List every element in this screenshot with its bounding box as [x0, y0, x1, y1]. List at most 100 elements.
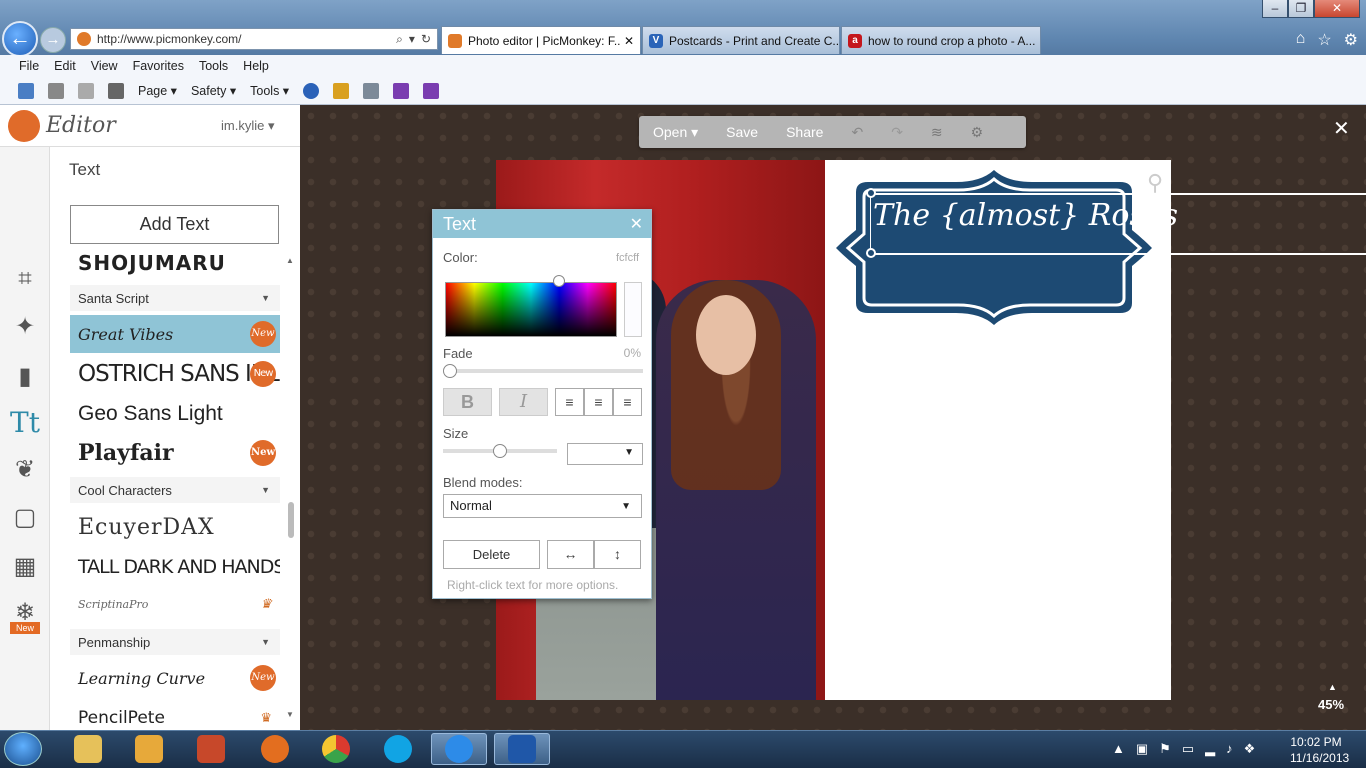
address-bar[interactable]: http://www.picmonkey.com/ ⌕ ▾ ↻: [70, 28, 438, 50]
tab-postcards[interactable]: V Postcards - Print and Create C...: [642, 26, 840, 54]
font-item[interactable]: Learning Curve New: [70, 659, 280, 697]
scroll-thumb[interactable]: [288, 502, 294, 538]
zoom-level[interactable]: 45%: [1318, 697, 1344, 712]
zoom-up-icon[interactable]: ▲: [1328, 682, 1337, 692]
help-hook-icon[interactable]: ⚲: [1147, 170, 1163, 196]
taskbar-firefox[interactable]: [247, 733, 303, 765]
frames-icon[interactable]: ▢: [8, 500, 42, 534]
show-hidden-icons[interactable]: ▲: [1112, 741, 1125, 757]
italic-button[interactable]: I: [499, 388, 548, 416]
onenote-icon[interactable]: [393, 82, 410, 99]
flip-vertical-button[interactable]: ↕: [594, 540, 641, 569]
dialog-title[interactable]: Text: [433, 210, 651, 238]
user-menu[interactable]: im.kylie ▾: [221, 118, 274, 134]
font-item[interactable]: EcuyerDAX: [70, 508, 280, 546]
font-item[interactable]: SHOJUMARU: [70, 252, 280, 282]
compat-view-icon[interactable]: ▾: [409, 32, 415, 46]
overlays-butterfly-icon[interactable]: ❦: [8, 452, 42, 486]
font-item[interactable]: PencilPete ♛: [70, 699, 280, 730]
tab-picmonkey[interactable]: Photo editor | PicMonkey: F... ✕: [441, 26, 641, 54]
back-button[interactable]: ←: [2, 21, 38, 57]
taskbar-clock[interactable]: 10:02 PM 11/16/2013: [1290, 734, 1349, 766]
selection-handle-bottom[interactable]: [866, 248, 876, 258]
tab-ask[interactable]: a how to round crop a photo - A...: [841, 26, 1041, 54]
print-icon[interactable]: [108, 82, 124, 99]
font-item[interactable]: TALL DARK AND HANDSOME: [70, 548, 280, 586]
taskbar-paint[interactable]: [183, 733, 239, 765]
crop-icon[interactable]: ⌗: [8, 262, 42, 296]
size-dropdown[interactable]: ▼: [567, 443, 643, 465]
selection-handle-top[interactable]: [866, 188, 876, 198]
close-tab-icon[interactable]: ✕: [624, 34, 634, 48]
font-item[interactable]: Geo Sans Light: [70, 395, 280, 433]
mail-icon[interactable]: [78, 82, 94, 99]
font-item[interactable]: OSTRICH SANS INLINENew: [70, 355, 280, 393]
save-button[interactable]: Save: [726, 124, 758, 140]
volume-icon[interactable]: ♪: [1226, 741, 1233, 757]
forward-button[interactable]: →: [40, 27, 66, 53]
menu-file[interactable]: File: [19, 59, 39, 73]
page-menu[interactable]: Page ▾: [138, 83, 177, 98]
font-category[interactable]: Penmanship ▼: [70, 629, 280, 655]
fade-slider-track[interactable]: [447, 369, 643, 373]
menu-view[interactable]: View: [91, 59, 118, 73]
font-list-scrollbar[interactable]: ▲ ▼: [285, 252, 297, 722]
settings-icon[interactable]: ⚙: [971, 124, 984, 141]
addon-icon-2[interactable]: [363, 82, 380, 99]
address-url[interactable]: http://www.picmonkey.com/: [97, 32, 396, 46]
menu-edit[interactable]: Edit: [54, 59, 76, 73]
redo-icon[interactable]: ↷: [891, 124, 903, 141]
menu-tools[interactable]: Tools: [199, 59, 228, 73]
close-editor-icon[interactable]: ✕: [1333, 116, 1350, 141]
size-slider-knob[interactable]: [493, 444, 507, 458]
undo-icon[interactable]: ↶: [851, 124, 863, 141]
taskbar-explorer[interactable]: [60, 733, 116, 765]
settings-gear-icon[interactable]: ⚙: [1344, 30, 1358, 50]
help-icon[interactable]: [303, 82, 320, 99]
layers-icon[interactable]: ≋: [931, 124, 943, 141]
color-picker-thumb[interactable]: [553, 275, 565, 287]
taskbar-media[interactable]: [121, 733, 177, 765]
home-icon[interactable]: ⌂: [1296, 30, 1306, 50]
textures-icon[interactable]: ▦: [8, 549, 42, 583]
wifi-signal-icon[interactable]: ▂: [1205, 741, 1215, 757]
color-spectrum-picker[interactable]: [445, 282, 617, 337]
blend-mode-select[interactable]: Normal ▼: [443, 494, 642, 518]
align-left-button[interactable]: ≡: [555, 388, 584, 416]
search-icon[interactable]: ⌕: [396, 32, 403, 47]
touch-up-icon[interactable]: ▮: [8, 359, 42, 393]
dropbox-icon[interactable]: ❖: [1244, 741, 1256, 757]
font-item-selected[interactable]: Great Vibes New: [70, 315, 280, 353]
tools-menu[interactable]: Tools ▾: [250, 83, 289, 98]
add-text-button[interactable]: Add Text: [70, 205, 279, 244]
close-dialog-icon[interactable]: ✕: [630, 214, 643, 234]
font-item[interactable]: ScriptinaPro ♛: [70, 585, 280, 623]
align-center-button[interactable]: ≡: [584, 388, 613, 416]
feeds-icon[interactable]: [48, 82, 64, 99]
taskbar-word[interactable]: [494, 733, 550, 765]
taskbar-chrome[interactable]: [308, 733, 364, 765]
align-right-button[interactable]: ≡: [613, 388, 642, 416]
scroll-up-icon[interactable]: ▲: [286, 256, 294, 265]
safety-menu[interactable]: Safety ▾: [191, 83, 236, 98]
bold-button[interactable]: B: [443, 388, 492, 416]
start-button[interactable]: [4, 732, 42, 766]
usb-icon[interactable]: ▭: [1182, 741, 1194, 757]
addon-icon[interactable]: [333, 82, 350, 99]
home-cmd-icon[interactable]: [18, 82, 34, 99]
action-center-flag-icon[interactable]: ⚑: [1159, 741, 1171, 757]
refresh-icon[interactable]: ↻: [421, 32, 431, 46]
color-hex-value[interactable]: fcfcff: [616, 252, 639, 264]
text-tool-icon[interactable]: Tt: [8, 405, 42, 439]
onenote-icon-2[interactable]: [423, 82, 440, 99]
font-category[interactable]: Cool Characters ▼: [70, 477, 280, 503]
taskbar-ie[interactable]: [431, 733, 487, 765]
font-category[interactable]: Santa Script ▼: [70, 285, 280, 311]
menu-favorites[interactable]: Favorites: [133, 59, 184, 73]
flip-horizontal-button[interactable]: ↔: [547, 540, 594, 569]
effects-wand-icon[interactable]: ✦: [8, 309, 42, 343]
close-window-button[interactable]: ✕: [1314, 0, 1360, 18]
share-button[interactable]: Share: [786, 124, 823, 140]
open-button[interactable]: Open ▾: [653, 124, 698, 141]
menu-help[interactable]: Help: [243, 59, 269, 73]
